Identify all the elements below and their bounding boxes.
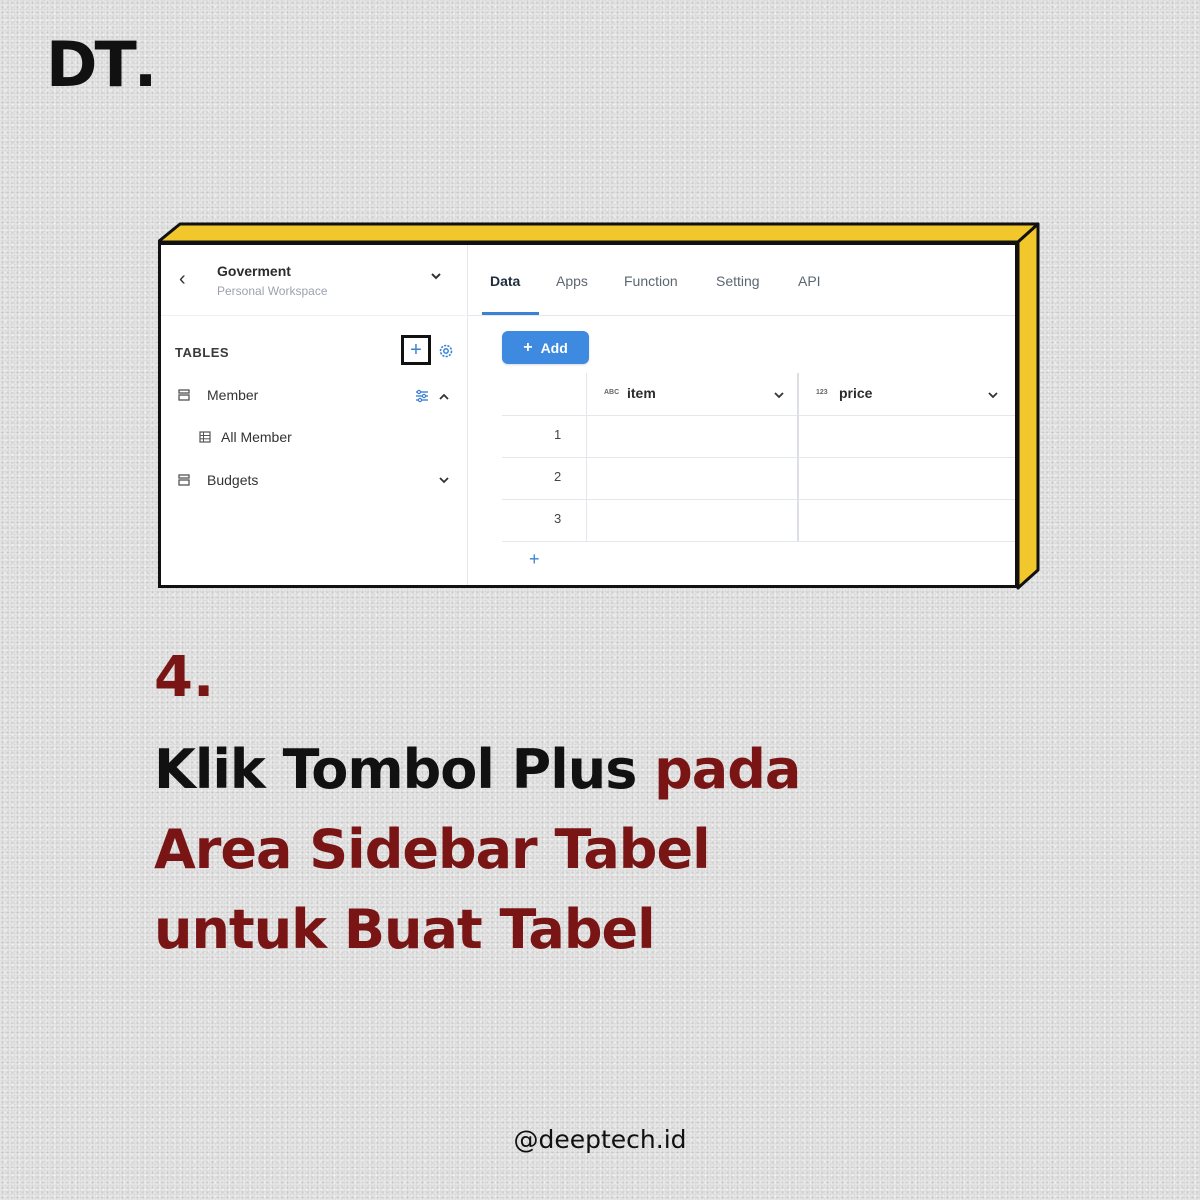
table-row[interactable]: 1 — [502, 415, 1015, 458]
sidebar-item-all-member[interactable]: All Member — [221, 429, 292, 445]
logo-text: DT — [46, 28, 137, 101]
tab-apps[interactable]: Apps — [556, 273, 588, 289]
row-number: 2 — [554, 469, 562, 484]
table-row[interactable]: 3 — [502, 499, 1015, 542]
step-number: 4. — [154, 645, 215, 710]
tab-data[interactable]: Data — [490, 273, 520, 289]
headline-red-text: pada — [654, 738, 801, 801]
column-name: price — [839, 385, 873, 401]
row-number: 1 — [554, 427, 562, 442]
headline-black-text: Klik Tombol Plus — [154, 738, 637, 801]
tables-section-label: TABLES — [175, 345, 230, 360]
column-divider — [586, 373, 587, 541]
plus-icon: + — [410, 339, 422, 361]
back-chevron-icon[interactable]: ‹ — [179, 269, 186, 289]
step-headline: Klik Tombol Plus pada Area Sidebar Tabel… — [154, 730, 801, 970]
chevron-up-icon[interactable] — [437, 390, 451, 404]
database-icon — [178, 389, 190, 401]
plus-icon: + — [523, 338, 533, 356]
add-row-plus-icon[interactable]: + — [529, 549, 540, 570]
add-button[interactable]: + Add — [502, 331, 589, 364]
column-header-item[interactable]: ABC item — [587, 373, 797, 415]
number-type-icon: 123 — [816, 389, 828, 396]
table-grid-icon — [199, 431, 211, 443]
workspace-subtitle: Personal Workspace — [217, 284, 328, 298]
column-name: item — [627, 385, 656, 401]
column-divider[interactable] — [797, 373, 799, 541]
gear-icon[interactable] — [438, 343, 454, 359]
add-button-label: Add — [540, 339, 568, 356]
headline-line-2: Area Sidebar Tabel — [154, 818, 711, 881]
sidebar-divider — [161, 315, 468, 316]
workspace-title: Goverment — [217, 263, 291, 279]
logo-dot: . — [133, 28, 158, 101]
brand-logo: DT. — [46, 34, 157, 96]
text-type-icon: ABC — [604, 389, 620, 396]
add-table-button[interactable]: + — [401, 335, 431, 365]
screenshot-frame: ‹ Goverment Personal Workspace TABLES + … — [158, 222, 1040, 590]
column-header-price[interactable]: 123 price — [799, 373, 1015, 415]
sidebar-item-member[interactable]: Member — [207, 387, 258, 403]
filter-settings-icon[interactable] — [415, 389, 429, 403]
tab-setting[interactable]: Setting — [716, 273, 760, 289]
row-number: 3 — [554, 511, 562, 526]
headline-line-1: Klik Tombol Plus pada — [154, 730, 801, 810]
tab-api[interactable]: API — [798, 273, 821, 289]
sidebar: ‹ Goverment Personal Workspace TABLES + … — [161, 245, 468, 585]
social-handle: @deeptech.id — [513, 1125, 687, 1154]
chevron-down-icon[interactable] — [987, 389, 999, 401]
app-screenshot: ‹ Goverment Personal Workspace TABLES + … — [158, 242, 1018, 588]
active-tab-indicator — [482, 312, 539, 315]
headline-line-3: untuk Buat Tabel — [154, 898, 656, 961]
tab-function[interactable]: Function — [624, 273, 678, 289]
table-row[interactable]: 2 — [502, 457, 1015, 500]
sidebar-item-budgets[interactable]: Budgets — [207, 472, 258, 488]
chevron-down-icon[interactable] — [773, 389, 785, 401]
chevron-down-icon[interactable] — [429, 269, 443, 283]
database-icon — [178, 474, 190, 486]
chevron-down-icon[interactable] — [437, 473, 451, 487]
